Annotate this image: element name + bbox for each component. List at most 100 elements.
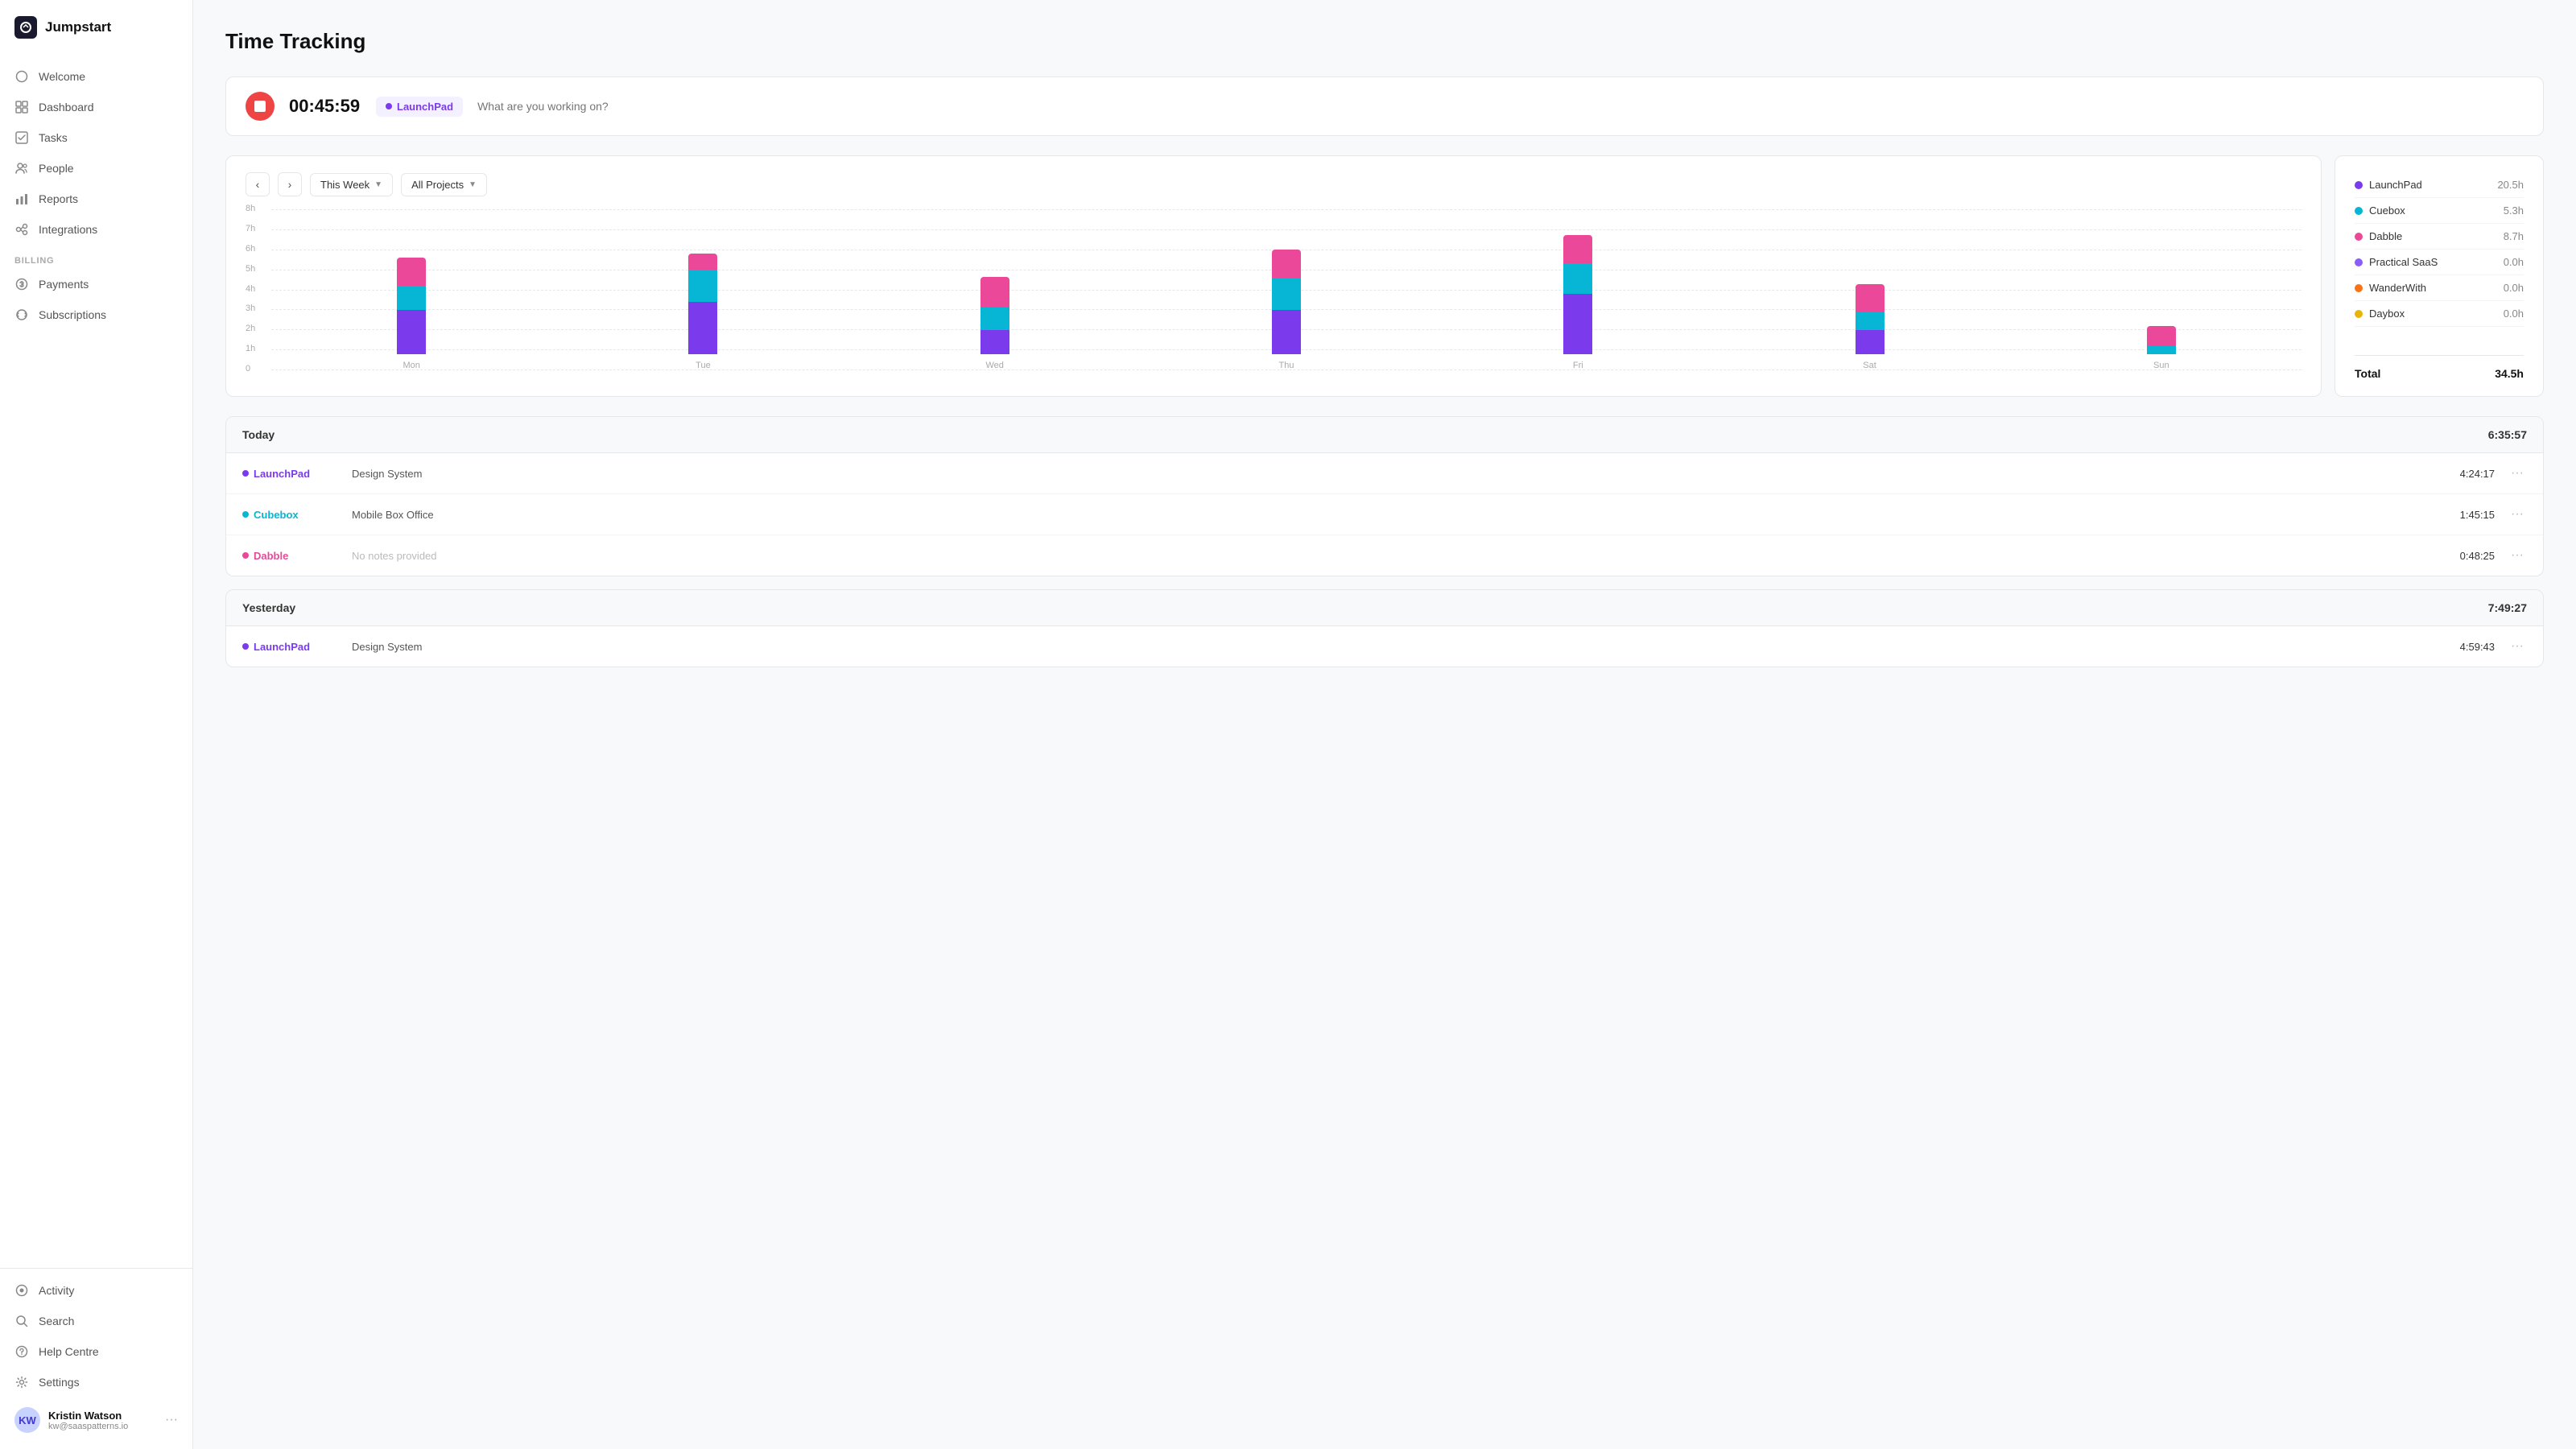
- app-logo[interactable]: Jumpstart: [0, 0, 192, 55]
- legend-card: LaunchPad 20.5h Cuebox 5.3h Dabble 8.7h …: [2334, 155, 2544, 397]
- entry-project[interactable]: LaunchPad: [242, 468, 339, 480]
- bar-stack: [397, 258, 426, 354]
- period-dropdown[interactable]: This Week ▼: [310, 173, 393, 196]
- bar-segment: [1272, 250, 1301, 278]
- help-icon: [14, 1344, 29, 1359]
- bar-group-fri: Fri: [1438, 235, 1718, 370]
- projects-label: All Projects: [411, 179, 464, 191]
- timer-project-badge[interactable]: LaunchPad: [376, 97, 463, 117]
- bar-segment: [1856, 284, 1885, 312]
- bar-day-label: Mon: [402, 361, 419, 370]
- bars-area: MonTueWedThuFriSatSun: [246, 209, 2301, 386]
- project-dot: [386, 103, 392, 109]
- bar-day-label: Wed: [985, 361, 1003, 370]
- subscriptions-icon: [14, 308, 29, 322]
- sidebar-bottom: Activity Search Help Centre Settings KW …: [0, 1268, 192, 1449]
- sidebar-label-subscriptions: Subscriptions: [39, 308, 106, 321]
- legend-project-value: 0.0h: [2504, 256, 2524, 268]
- yesterday-section: Yesterday 7:49:27 LaunchPad Design Syste…: [225, 589, 2544, 667]
- entry-project[interactable]: Dabble: [242, 550, 339, 562]
- page-title: Time Tracking: [225, 29, 2544, 54]
- legend-dot: [2355, 207, 2363, 215]
- today-header: Today 6:35:57: [226, 417, 2543, 453]
- sidebar-item-people[interactable]: People: [0, 153, 192, 184]
- sidebar-item-activity[interactable]: Activity: [0, 1275, 192, 1306]
- bar-day-label: Sat: [1863, 361, 1876, 370]
- bar-segment: [980, 277, 1009, 308]
- legend-left: Practical SaaS: [2355, 256, 2438, 268]
- legend-project-value: 0.0h: [2504, 282, 2524, 294]
- user-name: Kristin Watson: [48, 1410, 157, 1422]
- entry-row: Cubebox Mobile Box Office 1:45:15 ···: [226, 494, 2543, 535]
- bar-stack: [1563, 235, 1592, 354]
- sidebar-item-search[interactable]: Search: [0, 1306, 192, 1336]
- sidebar-item-integrations[interactable]: Integrations: [0, 214, 192, 245]
- sidebar-item-welcome[interactable]: Welcome: [0, 61, 192, 92]
- entry-menu-button[interactable]: ···: [2508, 638, 2527, 655]
- chevron-down-icon: ▼: [374, 180, 382, 189]
- user-profile[interactable]: KW Kristin Watson kw@saaspatterns.io ···: [0, 1397, 192, 1443]
- entry-project-name: LaunchPad: [254, 468, 310, 480]
- projects-dropdown[interactable]: All Projects ▼: [401, 173, 487, 196]
- sidebar-item-reports[interactable]: Reports: [0, 184, 192, 214]
- entry-time: 4:24:17: [2460, 468, 2495, 480]
- legend-left: WanderWith: [2355, 282, 2426, 294]
- entry-project-dot: [242, 470, 249, 477]
- next-period-button[interactable]: ›: [278, 172, 302, 196]
- legend-left: LaunchPad: [2355, 179, 2422, 191]
- timer-description-input[interactable]: [477, 100, 2524, 113]
- integrations-icon: [14, 222, 29, 237]
- sidebar-item-dashboard[interactable]: Dashboard: [0, 92, 192, 122]
- stop-icon: [254, 101, 266, 112]
- bar-group-mon: Mon: [271, 258, 551, 370]
- bar-day-label: Sun: [2153, 361, 2169, 370]
- legend-project-name: Cuebox: [2369, 204, 2405, 217]
- legend-project-name: Dabble: [2369, 230, 2402, 242]
- sidebar-label-settings: Settings: [39, 1376, 80, 1389]
- legend-item: Cuebox 5.3h: [2355, 198, 2524, 224]
- timer-display: 00:45:59: [289, 96, 361, 117]
- bar-segment: [1856, 312, 1885, 330]
- entry-description: Mobile Box Office: [352, 509, 2447, 521]
- bar-segment: [2147, 326, 2176, 346]
- entry-project[interactable]: Cubebox: [242, 509, 339, 521]
- timer-stop-button[interactable]: [246, 92, 275, 121]
- bar-stack: [688, 254, 717, 354]
- bar-segment: [2147, 346, 2176, 354]
- entry-project-name: LaunchPad: [254, 641, 310, 653]
- sidebar-label-people: People: [39, 162, 74, 175]
- legend-dot: [2355, 258, 2363, 266]
- bar-group-thu: Thu: [1146, 250, 1426, 370]
- entry-menu-button[interactable]: ···: [2508, 464, 2527, 482]
- entry-menu-button[interactable]: ···: [2508, 547, 2527, 564]
- chart-section: ‹ › This Week ▼ All Projects ▼ 8h 7h 6h …: [225, 155, 2544, 397]
- entry-project[interactable]: LaunchPad: [242, 641, 339, 653]
- bar-stack: [1272, 250, 1301, 354]
- entry-row: Dabble No notes provided 0:48:25 ···: [226, 535, 2543, 576]
- bar-group-wed: Wed: [855, 277, 1135, 370]
- user-info: Kristin Watson kw@saaspatterns.io: [48, 1410, 157, 1431]
- bar-segment: [688, 270, 717, 302]
- prev-period-button[interactable]: ‹: [246, 172, 270, 196]
- legend-project-name: LaunchPad: [2369, 179, 2422, 191]
- entry-menu-button[interactable]: ···: [2508, 506, 2527, 523]
- sidebar-item-settings[interactable]: Settings: [0, 1367, 192, 1397]
- legend-item: LaunchPad 20.5h: [2355, 172, 2524, 198]
- sidebar-label-payments: Payments: [39, 278, 89, 291]
- legend-item: Daybox 0.0h: [2355, 301, 2524, 327]
- sidebar-label-reports: Reports: [39, 192, 78, 205]
- bar-segment: [980, 330, 1009, 354]
- sidebar-item-subscriptions[interactable]: Subscriptions: [0, 299, 192, 330]
- bar-segment: [397, 310, 426, 354]
- bar-group-sat: Sat: [1729, 284, 2009, 370]
- entry-project-dot: [242, 643, 249, 650]
- bar-segment: [1563, 263, 1592, 294]
- sidebar-item-help[interactable]: Help Centre: [0, 1336, 192, 1367]
- billing-section-label: BILLING: [0, 245, 192, 269]
- sidebar-item-tasks[interactable]: Tasks: [0, 122, 192, 153]
- entry-row: LaunchPad Design System 4:24:17 ···: [226, 453, 2543, 494]
- chart-controls: ‹ › This Week ▼ All Projects ▼: [246, 172, 2301, 196]
- sidebar-nav: Welcome Dashboard Tasks People Reports: [0, 55, 192, 1268]
- sidebar-item-payments[interactable]: Payments: [0, 269, 192, 299]
- user-more-button[interactable]: ···: [165, 1413, 178, 1427]
